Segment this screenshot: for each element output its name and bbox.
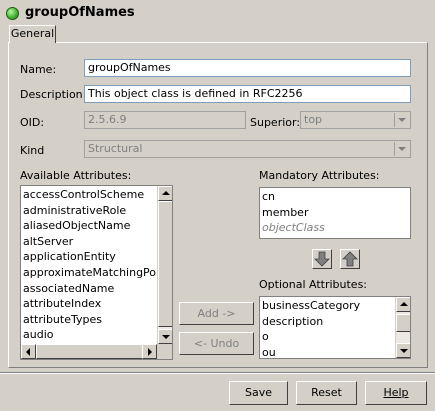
list-item[interactable]: approximateMatchingPolicy [21, 265, 172, 281]
help-label: Help [383, 386, 409, 399]
kind-value: Structural [88, 142, 143, 155]
page-title: groupOfNames [25, 5, 135, 20]
tab-general[interactable]: General [9, 25, 56, 43]
list-item[interactable]: cn [260, 189, 410, 205]
list-item[interactable]: attributeTypes [21, 312, 157, 328]
kind-select: Structural [84, 140, 411, 158]
oid-field: 2.5.6.9 [84, 111, 246, 129]
list-item[interactable]: member [260, 205, 410, 221]
arrow-down-icon [314, 251, 330, 267]
scroll-up-icon[interactable] [396, 297, 410, 312]
add-button[interactable]: Add -> [179, 302, 254, 325]
reset-button[interactable]: Reset [296, 381, 357, 405]
available-attributes-label: Available Attributes: [20, 169, 132, 182]
scroll-right-icon[interactable] [142, 344, 157, 359]
scroll-thumb[interactable] [158, 201, 172, 327]
list-item[interactable]: administrativeRole [21, 203, 157, 219]
list-item[interactable]: businessCategory [260, 298, 395, 314]
list-item[interactable]: audio [21, 327, 157, 343]
list-item[interactable]: applicationEntity [21, 249, 157, 265]
list-item[interactable]: o [260, 329, 395, 345]
superior-dropdown-arrow-icon [394, 113, 409, 127]
kind-label: Kind [20, 144, 45, 157]
list-item[interactable]: altServer [21, 234, 157, 250]
help-button[interactable]: Help [365, 381, 427, 405]
list-item[interactable]: accessControlScheme [21, 187, 157, 203]
arrow-up-icon [342, 251, 358, 267]
undo-button[interactable]: <- Undo [179, 332, 254, 355]
move-up-button[interactable] [340, 249, 360, 269]
scroll-left-icon[interactable] [21, 344, 36, 359]
name-field[interactable]: groupOfNames [84, 59, 411, 77]
available-vertical-scrollbar[interactable] [157, 186, 172, 344]
scroll-down-icon[interactable] [158, 329, 172, 344]
superior-label: Superior: [250, 116, 301, 129]
optional-attributes-list[interactable]: businessCategory description o ou [259, 296, 411, 359]
scroll-thumb[interactable] [36, 344, 143, 359]
mandatory-attributes-label: Mandatory Attributes: [259, 169, 380, 182]
save-button[interactable]: Save [229, 381, 288, 405]
superior-select: top [300, 111, 411, 129]
available-horizontal-scrollbar[interactable] [21, 344, 157, 359]
list-item[interactable]: associatedName [21, 281, 157, 297]
description-label: Description: [20, 88, 87, 101]
footer-divider [0, 372, 435, 374]
kind-dropdown-arrow-icon [394, 142, 409, 156]
optional-attributes-label: Optional Attributes: [259, 278, 368, 291]
oid-label: OID: [20, 116, 45, 129]
scroll-thumb[interactable] [396, 314, 410, 332]
object-class-status-icon [6, 7, 19, 20]
list-item[interactable]: description [260, 314, 395, 330]
scroll-up-icon[interactable] [158, 186, 172, 201]
mandatory-attributes-list[interactable]: cn member objectClass [259, 187, 411, 239]
move-down-button[interactable] [312, 249, 332, 269]
list-item[interactable]: objectClass [260, 220, 410, 236]
superior-value: top [304, 113, 323, 126]
scrollbar-corner [157, 344, 172, 359]
available-attributes-list[interactable]: accessControlScheme administrativeRole ali… [20, 185, 173, 360]
description-field[interactable]: This object class is defined in RFC2256 [84, 85, 411, 103]
scroll-down-icon[interactable] [396, 343, 410, 358]
optional-vertical-scrollbar[interactable] [395, 297, 410, 358]
list-item[interactable]: aliasedObjectName [21, 218, 157, 234]
name-label: Name: [20, 63, 57, 76]
list-item[interactable]: ou [260, 345, 395, 358]
list-item[interactable]: attributeIndex [21, 296, 157, 312]
